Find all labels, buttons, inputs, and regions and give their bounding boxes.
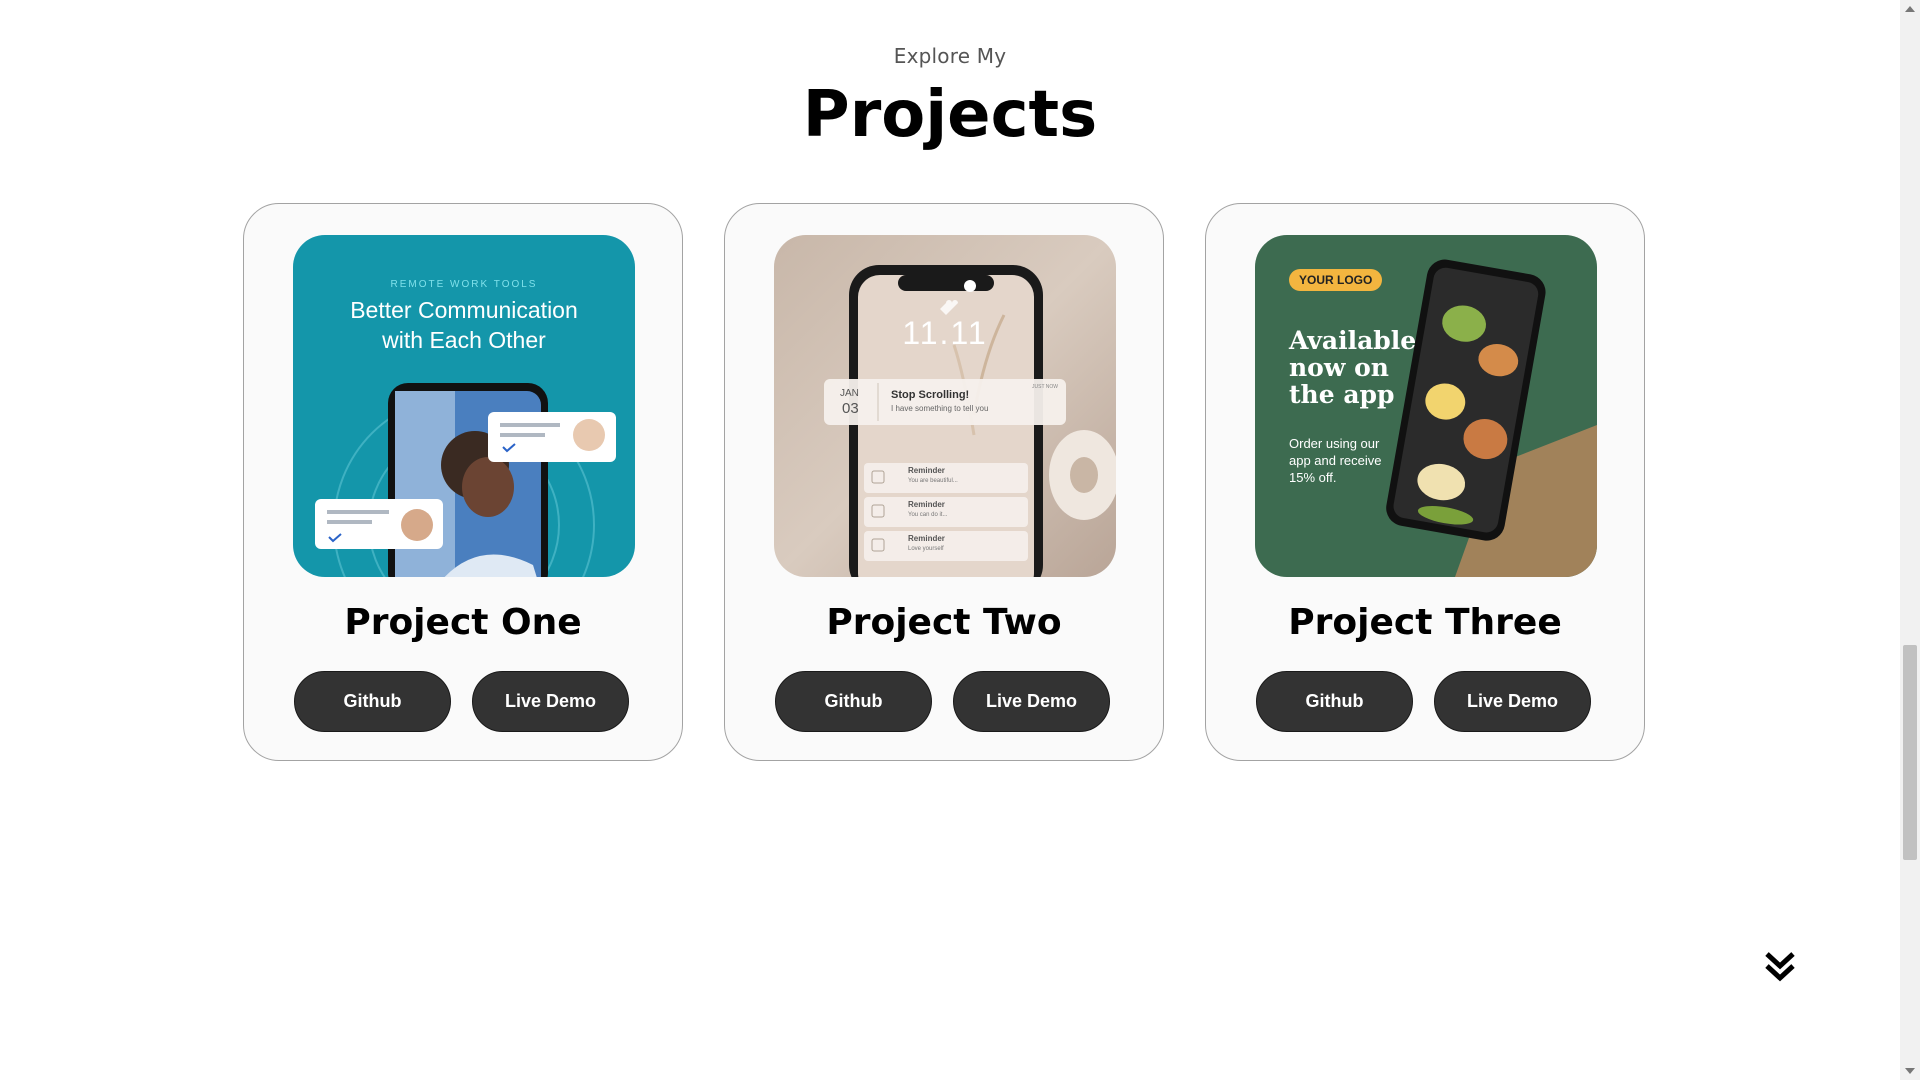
github-button[interactable]: Github <box>294 671 451 732</box>
reminder-body: You can do it... <box>908 512 948 518</box>
image-headline-line: now on <box>1289 353 1389 382</box>
notif-tag: JUST NOW <box>1032 384 1059 390</box>
project-actions: Github Live Demo <box>294 671 629 732</box>
lockscreen-time: 11.11 <box>902 315 988 351</box>
notif-month: JAN <box>840 388 859 399</box>
project-card-one: REMOTE WORK TOOLS Better Communication w… <box>243 203 683 761</box>
image-headline-line: Available <box>1289 326 1417 355</box>
project-one-image: REMOTE WORK TOOLS Better Communication w… <box>293 235 635 577</box>
reminder-title: Reminder <box>908 466 945 475</box>
reminder-title: Reminder <box>908 534 945 543</box>
live-demo-button[interactable]: Live Demo <box>953 671 1110 732</box>
notif-body: I have something to tell you <box>891 404 989 413</box>
project-title: Project Two <box>826 602 1062 643</box>
image-headline-line: the app <box>1289 380 1395 409</box>
live-demo-button[interactable]: Live Demo <box>1434 671 1591 732</box>
logo-badge: YOUR LOGO <box>1289 269 1383 291</box>
section-title: Projects <box>802 78 1098 152</box>
double-chevron-down-icon[interactable] <box>1763 950 1797 984</box>
live-demo-button[interactable]: Live Demo <box>472 671 629 732</box>
reminder-body: You are beautiful... <box>908 478 958 484</box>
vertical-scrollbar[interactable] <box>1900 0 1920 1080</box>
project-three-image: YOUR LOGO Available now on the app Order… <box>1255 235 1597 577</box>
reminder-body: Love yourself <box>908 546 944 552</box>
github-button[interactable]: Github <box>1256 671 1413 732</box>
notif-title: Stop Scrolling! <box>891 389 970 401</box>
image-headline: Available now on the app <box>1289 327 1429 408</box>
github-button[interactable]: Github <box>775 671 932 732</box>
project-cards: REMOTE WORK TOOLS Better Communication w… <box>243 203 1645 761</box>
notif-day: 03 <box>842 400 859 417</box>
project-title: Project One <box>344 602 582 643</box>
project-title: Project Three <box>1288 602 1562 643</box>
scroll-up-arrow-icon[interactable] <box>1905 6 1915 12</box>
project-card-three: YOUR LOGO Available now on the app Order… <box>1205 203 1645 761</box>
project-actions: Github Live Demo <box>775 671 1110 732</box>
projects-section: Explore My Projects REMOTE WORK TOOLS Be… <box>0 0 1900 1080</box>
project-two-image: 11.11 JAN 03 Stop Scrolling! I have some… <box>774 235 1116 577</box>
image-body-text: Order using our app and receive 15% off. <box>1289 436 1382 485</box>
project-card-two: 11.11 JAN 03 Stop Scrolling! I have some… <box>724 203 1164 761</box>
scroll-down-arrow-icon[interactable] <box>1905 1068 1915 1074</box>
scrollbar-thumb[interactable] <box>1903 645 1917 860</box>
reminder-title: Reminder <box>908 500 945 509</box>
section-subtitle: Explore My <box>893 44 1007 68</box>
project-actions: Github Live Demo <box>1256 671 1591 732</box>
phone-call-illustration <box>315 383 616 577</box>
